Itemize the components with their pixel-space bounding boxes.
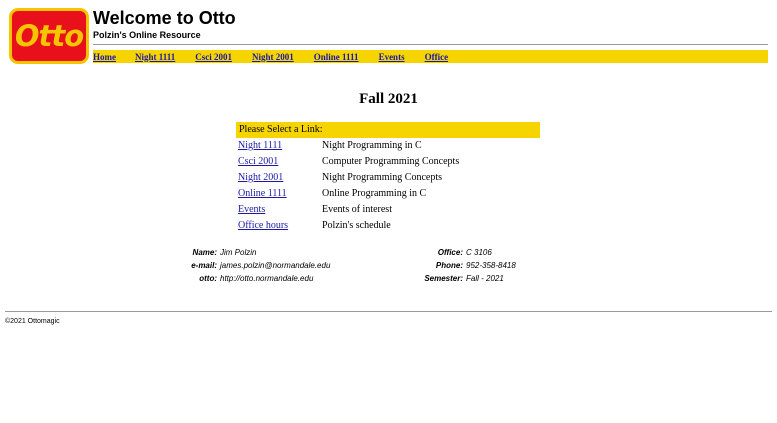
contact-label: Name: <box>192 248 217 257</box>
site-subtitle: Polzin's Online Resource <box>93 30 201 40</box>
contact-line: e-mail: james.polzin@normandale.edu <box>170 259 330 272</box>
course-description: Events of interest <box>322 204 392 215</box>
course-description: Night Programming Concepts <box>322 172 442 183</box>
table-header: Please Select a Link: <box>236 122 540 138</box>
nav-events-link[interactable]: Events <box>379 52 405 62</box>
table-row: Office hours Polzin's schedule <box>236 218 540 234</box>
contact-line: otto: http://otto.normandale.edu <box>170 272 330 285</box>
contact-line: Office: C 3106 <box>410 246 516 259</box>
contact-line: Phone: 952-358-8418 <box>410 259 516 272</box>
table-row: Online 1111 Online Programming in C <box>236 186 540 202</box>
nav-night-2001-link[interactable]: Night 2001 <box>252 52 294 62</box>
course-link-night-2001[interactable]: Night 2001 <box>236 170 322 186</box>
course-link-online-1111[interactable]: Online 1111 <box>236 186 322 202</box>
course-description: Polzin's schedule <box>322 220 391 231</box>
table-row: Night 2001 Night Programming Concepts <box>236 170 540 186</box>
contact-label: Semester: <box>424 274 463 283</box>
contact-value: 952-358-8418 <box>466 261 516 270</box>
course-link-table: Please Select a Link: Night 1111 Night P… <box>236 122 540 234</box>
term-heading: Fall 2021 <box>359 91 418 107</box>
contact-line: Name: Jim Polzin <box>170 246 330 259</box>
nav-home-link[interactable]: Home <box>93 52 116 62</box>
nav-office-link[interactable]: Office <box>425 52 448 62</box>
header-divider <box>93 44 768 45</box>
contact-value: http://otto.normandale.edu <box>220 274 314 283</box>
copyright-text: ©2021 Ottomagic <box>5 318 60 325</box>
nav-night-1111-link[interactable]: Night 1111 <box>135 52 175 62</box>
table-row: Csci 2001 Computer Programming Concepts <box>236 154 540 170</box>
course-link-office-hours[interactable]: Office hours <box>236 218 322 234</box>
contact-info-right: Office: C 3106 Phone: 952-358-8418 Semes… <box>410 246 516 285</box>
contact-label: Phone: <box>435 261 463 270</box>
contact-value: Fall - 2021 <box>466 274 504 283</box>
nav-online-1111-link[interactable]: Online 1111 <box>314 52 359 62</box>
table-row: Events Events of interest <box>236 202 540 218</box>
contact-line: Semester: Fall - 2021 <box>410 272 516 285</box>
otto-logo: Otto <box>9 8 89 64</box>
contact-label: e-mail: <box>191 261 217 270</box>
nav-csci-2001-link[interactable]: Csci 2001 <box>195 52 232 62</box>
contact-info-left: Name: Jim Polzin e-mail: james.polzin@no… <box>170 246 330 285</box>
main-nav: Home Night 1111 Csci 2001 Night 2001 Onl… <box>93 50 768 63</box>
contact-label: otto: <box>199 274 217 283</box>
course-description: Computer Programming Concepts <box>322 156 460 167</box>
contact-value: C 3106 <box>466 248 492 257</box>
course-description: Online Programming in C <box>322 188 427 199</box>
contact-label: Office: <box>437 248 463 257</box>
table-row: Night 1111 Night Programming in C <box>236 138 540 154</box>
course-description: Night Programming in C <box>322 140 422 151</box>
logo-text: Otto <box>14 18 84 53</box>
course-link-csci-2001[interactable]: Csci 2001 <box>236 154 322 170</box>
contact-value: james.polzin@normandale.edu <box>220 261 331 270</box>
course-link-events[interactable]: Events <box>236 202 322 218</box>
contact-value: Jim Polzin <box>220 248 257 257</box>
site-title: Welcome to Otto <box>93 8 236 28</box>
footer-divider <box>5 311 772 312</box>
course-link-night-1111[interactable]: Night 1111 <box>236 138 322 154</box>
